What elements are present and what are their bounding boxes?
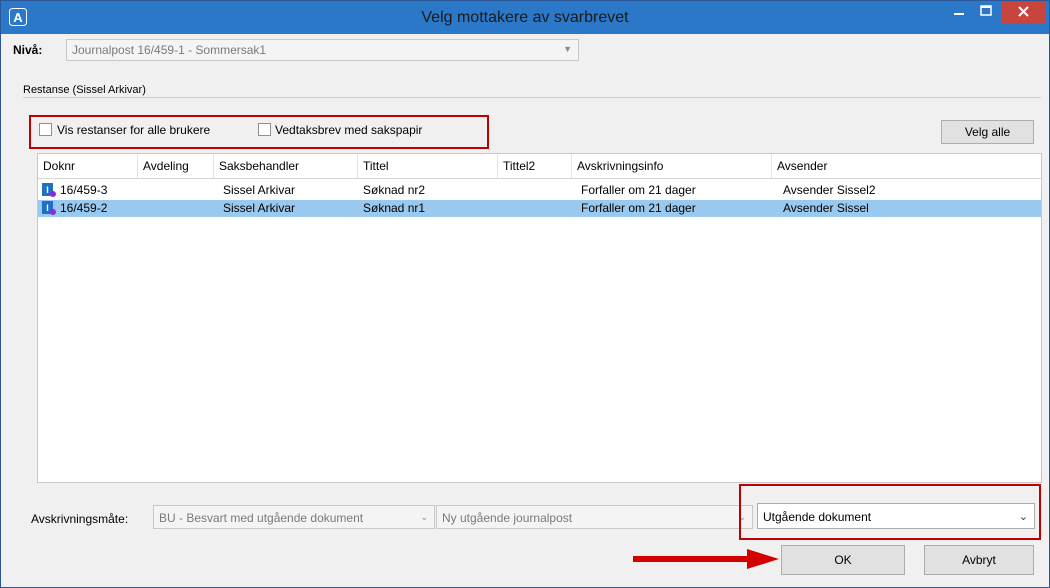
level-value: Journalpost 16/459-1 - Sommersak1 [72,43,267,57]
avskrivningsmate-select[interactable]: BU - Besvart med utgående dokument ⌄ [153,505,435,529]
checkbox-vedtak-label: Vedtaksbrev med sakspapir [275,123,423,137]
col-header-tittel[interactable]: Tittel [358,154,498,178]
journalpost-value: Ny utgående journalpost [442,511,573,525]
col-header-avskrivningsinfo[interactable]: Avskrivningsinfo [572,154,772,178]
avskrivningsmate-label: Avskrivningsmåte: [31,512,129,526]
maximize-icon [980,5,992,16]
table-row[interactable]: I 16/459-3 Sissel Arkivar Søknad nr2 For… [38,182,1041,199]
cancel-button[interactable]: Avbryt [924,545,1034,575]
cell-tittel: Søknad nr1 [363,201,426,215]
col-header-tittel2[interactable]: Tittel2 [498,154,572,178]
cell-doknr: 16/459-3 [60,183,108,197]
svg-text:I: I [46,185,49,195]
dropdown-arrow-icon: ⌄ [1018,511,1028,523]
cell-saksbehandler: Sissel Arkivar [223,183,296,197]
col-header-avdeling[interactable]: Avdeling [138,154,214,178]
cell-avskrivningsinfo: Forfaller om 21 dager [581,183,696,197]
table-row-selected[interactable]: I 16/459-2 Sissel Arkivar Søknad nr1 For… [38,200,1041,217]
cell-doknr: 16/459-2 [60,201,108,215]
restanse-group-label: Restanse (Sissel Arkivar) [23,84,146,96]
cell-avsender: Avsender Sissel2 [783,183,876,197]
level-label: Nivå: [13,43,43,57]
document-icon: I [42,183,56,197]
dialog-content: Nivå: Journalpost 16/459-1 - Sommersak1 … [9,35,1042,580]
maximize-button[interactable] [973,1,999,23]
level-select[interactable]: Journalpost 16/459-1 - Sommersak1 ▼ [66,39,579,61]
avskrivningsmate-value: BU - Besvart med utgående dokument [159,511,364,525]
document-icon: I [42,201,56,215]
minimize-button[interactable] [946,1,972,23]
dialog-window: A Velg mottakere av svarbrevet Nivå: Jou… [0,0,1050,588]
dokument-value: Utgående dokument [763,510,872,524]
restanse-table: Doknr Avdeling Saksbehandler Tittel Titt… [37,153,1042,483]
journalpost-select[interactable]: Ny utgående journalpost ⌄ [436,505,753,529]
close-button[interactable] [1002,1,1045,23]
col-header-saksbehandler[interactable]: Saksbehandler [214,154,358,178]
window-title: Velg mottakere av svarbrevet [421,9,629,26]
col-header-avsender[interactable]: Avsender [772,154,1041,178]
select-all-button[interactable]: Velg alle [941,120,1034,144]
cell-avskrivningsinfo: Forfaller om 21 dager [581,201,696,215]
table-header: Doknr Avdeling Saksbehandler Tittel Titt… [38,154,1041,179]
checkbox-all-users[interactable] [39,123,52,136]
checkbox-vedtak[interactable] [258,123,271,136]
group-divider [23,97,1041,98]
dropdown-arrow-icon: ▼ [563,44,572,54]
ok-button[interactable]: OK [781,545,905,575]
close-icon [1018,6,1029,17]
dropdown-arrow-icon: ⌄ [420,512,428,522]
minimize-icon [954,13,964,15]
title-bar[interactable]: A Velg mottakere av svarbrevet [1,1,1049,34]
svg-text:I: I [46,203,49,213]
cell-tittel: Søknad nr2 [363,183,426,197]
cell-avsender: Avsender Sissel [783,201,869,215]
dokument-select[interactable]: Utgående dokument ⌄ [757,503,1035,529]
arrow-annotation-icon [633,549,779,569]
cell-saksbehandler: Sissel Arkivar [223,201,296,215]
checkbox-all-users-label: Vis restanser for alle brukere [57,123,211,137]
col-header-doknr[interactable]: Doknr [38,154,138,178]
